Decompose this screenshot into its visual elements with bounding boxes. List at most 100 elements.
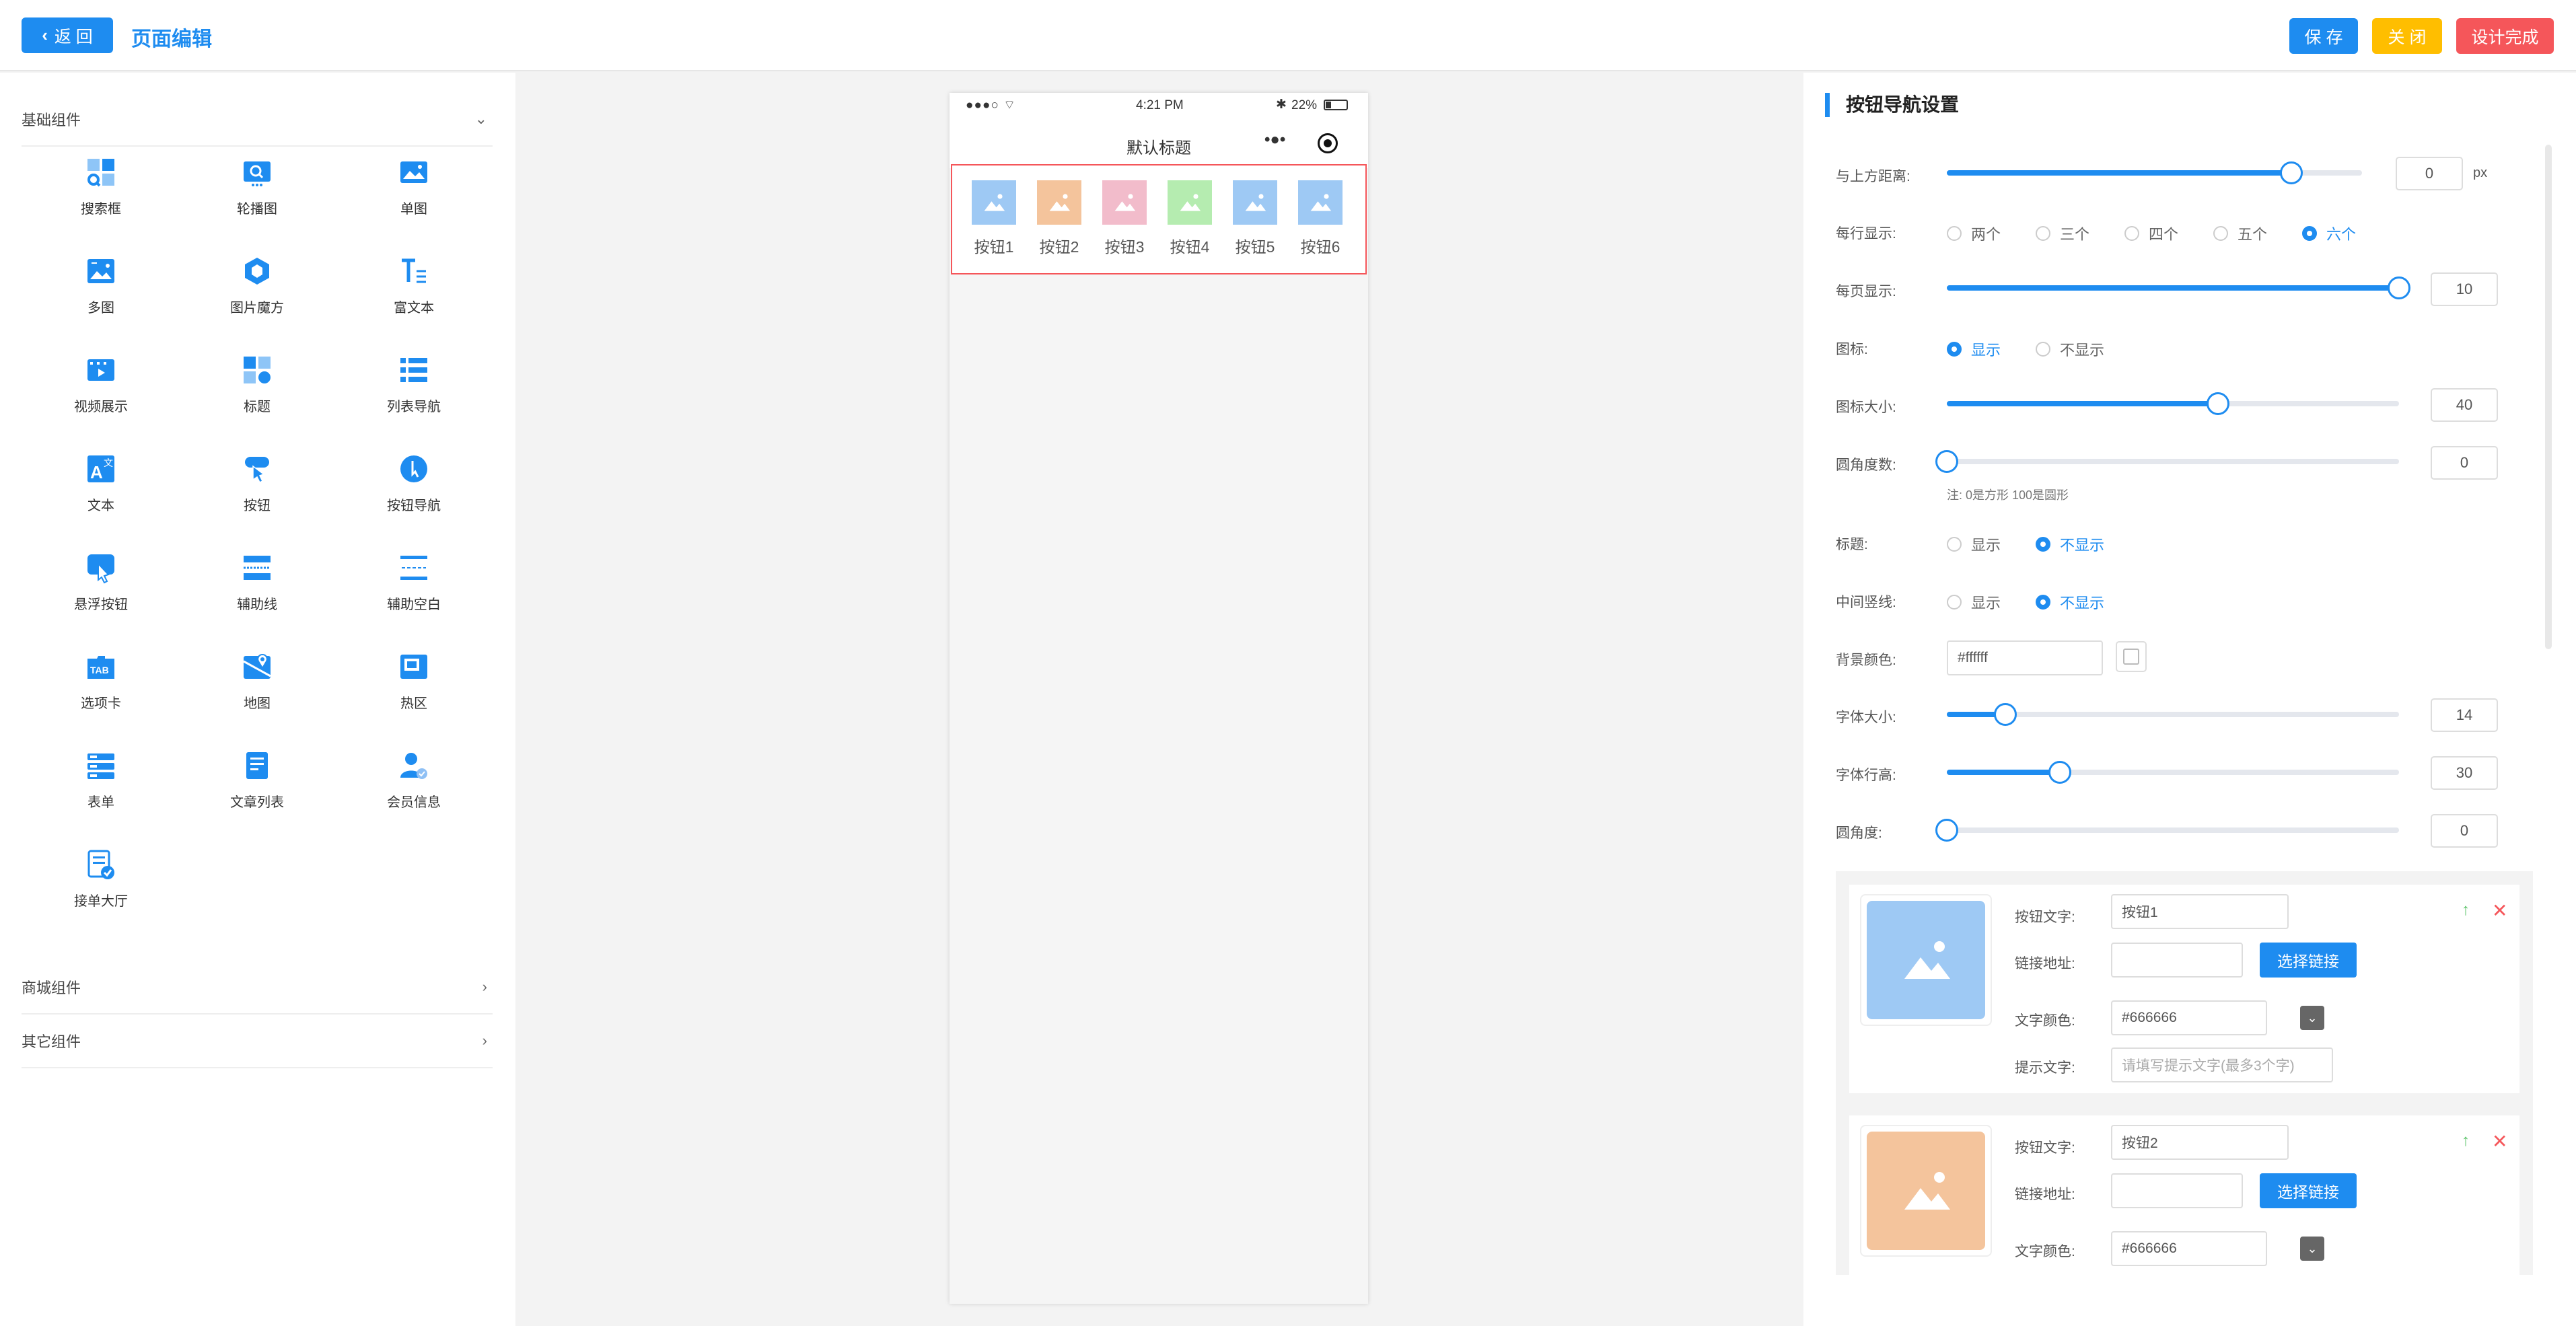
per-page-input[interactable]: 10 xyxy=(2431,272,2498,306)
icon-size-slider[interactable] xyxy=(1947,392,2399,415)
component-list-nav[interactable]: 列表导航 xyxy=(347,354,481,435)
component-multi-image[interactable]: 多图 xyxy=(34,255,168,336)
top-distance-label: 与上方距离: xyxy=(1836,169,1910,184)
component-blank-space[interactable]: 辅助空白 xyxy=(347,552,481,632)
title-show-option[interactable]: 不显示 xyxy=(2036,533,2104,555)
component-order-hall[interactable]: 接单大厅 xyxy=(34,848,168,929)
text-color-input[interactable]: #666666 xyxy=(2111,1231,2267,1266)
select-link-button[interactable]: 选择链接 xyxy=(2260,943,2357,978)
nav-button-item[interactable]: 按钮3 xyxy=(1098,180,1151,257)
component-map[interactable]: 地图 xyxy=(190,651,324,731)
save-button[interactable]: 保 存 xyxy=(2289,18,2358,54)
back-button[interactable]: ‹ 返 回 xyxy=(22,17,113,53)
line-height-input[interactable]: 30 xyxy=(2431,756,2498,790)
component-float-button[interactable]: 悬浮按钮 xyxy=(34,552,168,632)
image-placeholder-icon xyxy=(972,180,1016,225)
button-items-list: 按钮文字: 按钮1 ↑ ✕ 链接地址: 选择链接 文字颜色: #666666 ⌄… xyxy=(1836,871,2533,1275)
corner-slider[interactable] xyxy=(1935,450,2399,473)
per-row-option[interactable]: 三个 xyxy=(2036,223,2089,244)
per-page-slider[interactable] xyxy=(1947,277,2410,299)
nav-button-item[interactable]: 按钮4 xyxy=(1163,180,1217,257)
link-input[interactable] xyxy=(2111,1173,2243,1208)
button-image-upload[interactable] xyxy=(1860,894,1992,1026)
component-article-list[interactable]: 文章列表 xyxy=(190,749,324,830)
settings-scrollbar[interactable] xyxy=(2545,145,2552,649)
move-up-icon[interactable]: ↑ xyxy=(2462,1132,2470,1150)
line-height-slider-handle[interactable] xyxy=(2048,761,2071,784)
link-label: 链接地址: xyxy=(2015,956,2075,971)
component-search-box[interactable]: 搜索框 xyxy=(34,156,168,237)
button-image-upload[interactable] xyxy=(1860,1125,1992,1257)
component-rich-text[interactable]: 富文本 xyxy=(347,255,481,336)
icon-show-label: 图标: xyxy=(1836,342,1868,357)
per-row-option[interactable]: 四个 xyxy=(2124,223,2178,244)
component-form[interactable]: 表单 xyxy=(34,749,168,830)
title-show-option[interactable]: 显示 xyxy=(1947,533,2001,555)
component-button-nav[interactable]: 按钮导航 xyxy=(347,453,481,533)
per-page-slider-handle[interactable] xyxy=(2388,277,2410,299)
bg-color-picker[interactable] xyxy=(2116,641,2147,672)
color-picker-icon[interactable]: ⌄ xyxy=(2300,1006,2324,1030)
top-distance-slider-handle[interactable] xyxy=(2280,161,2303,184)
radius-slider[interactable] xyxy=(1935,819,2399,842)
bg-color-input[interactable]: #ffffff xyxy=(1947,640,2103,675)
component-text[interactable]: A 文文本 xyxy=(34,453,168,533)
more-icon[interactable]: •●• xyxy=(1264,131,1285,149)
map-icon xyxy=(241,651,273,683)
font-size-slider-handle[interactable] xyxy=(1994,703,2017,726)
component-button[interactable]: 按钮 xyxy=(190,453,324,533)
icon-show-option[interactable]: 不显示 xyxy=(2036,338,2104,360)
component-guide-line[interactable]: 辅助线 xyxy=(190,552,324,632)
component-hotspot[interactable]: 热区 xyxy=(347,651,481,731)
per-row-option[interactable]: 两个 xyxy=(1947,223,2001,244)
link-input[interactable] xyxy=(2111,943,2243,978)
tip-text-input[interactable]: 请填写提示文字(最多3个字) xyxy=(2111,1047,2333,1082)
capsule-close-icon[interactable] xyxy=(1318,133,1338,153)
button-nav-preview[interactable]: 按钮1 按钮2 按钮3 按钮4 按钮5 按钮6 xyxy=(951,164,1367,274)
section-basic-components[interactable]: 基础组件 ⌄ xyxy=(22,93,493,147)
text-color-input[interactable]: #666666 xyxy=(2111,1000,2267,1035)
radius-slider-handle[interactable] xyxy=(1935,819,1958,842)
nav-button-item[interactable]: 按钮5 xyxy=(1228,180,1282,257)
section-mall-components[interactable]: 商城组件 › xyxy=(22,961,493,1015)
component-single-image[interactable]: 单图 xyxy=(347,156,481,237)
icon-show-option[interactable]: 显示 xyxy=(1947,338,2001,360)
divider-option[interactable]: 不显示 xyxy=(2036,591,2104,613)
nav-button-item[interactable]: 按钮2 xyxy=(1032,180,1086,257)
nav-button-label: 按钮6 xyxy=(1300,238,1340,256)
button-text-input[interactable]: 按钮2 xyxy=(2111,1125,2289,1160)
line-height-slider[interactable] xyxy=(1947,761,2399,784)
guide-line-icon xyxy=(241,552,273,584)
component-carousel[interactable]: 轮播图 xyxy=(190,156,324,237)
corner-input[interactable]: 0 xyxy=(2431,446,2498,480)
radius-input[interactable]: 0 xyxy=(2431,814,2498,848)
per-row-option[interactable]: 六个 xyxy=(2302,223,2356,244)
section-other-components[interactable]: 其它组件 › xyxy=(22,1015,493,1068)
bg-color-label: 背景颜色: xyxy=(1836,653,1896,668)
unit-label: px xyxy=(2473,165,2488,180)
icon-size-slider-handle[interactable] xyxy=(2207,392,2229,415)
close-button[interactable]: 关 闭 xyxy=(2372,18,2442,54)
component-member[interactable]: 会员信息 xyxy=(347,749,481,830)
divider-option[interactable]: 显示 xyxy=(1947,591,2001,613)
component-video[interactable]: 视频展示 xyxy=(34,354,168,435)
delete-icon[interactable]: ✕ xyxy=(2492,899,2507,922)
font-size-input[interactable]: 14 xyxy=(2431,698,2498,732)
move-up-icon[interactable]: ↑ xyxy=(2462,901,2470,920)
design-done-button[interactable]: 设计完成 xyxy=(2456,18,2554,54)
nav-button-item[interactable]: 按钮6 xyxy=(1293,180,1347,257)
font-size-slider[interactable] xyxy=(1947,703,2399,726)
nav-button-item[interactable]: 按钮1 xyxy=(967,180,1021,257)
component-tab[interactable]: TAB 选项卡 xyxy=(34,651,168,731)
color-picker-icon[interactable]: ⌄ xyxy=(2300,1237,2324,1261)
per-row-option[interactable]: 五个 xyxy=(2213,223,2267,244)
button-text-input[interactable]: 按钮1 xyxy=(2111,894,2289,929)
top-distance-input[interactable]: 0 xyxy=(2396,157,2463,190)
component-image-cube[interactable]: 图片魔方 xyxy=(190,255,324,336)
top-distance-slider[interactable] xyxy=(1947,161,2362,184)
delete-icon[interactable]: ✕ xyxy=(2492,1130,2507,1152)
select-link-button[interactable]: 选择链接 xyxy=(2260,1173,2357,1208)
corner-slider-handle[interactable] xyxy=(1935,450,1958,473)
component-title[interactable]: 标题 xyxy=(190,354,324,435)
icon-size-input[interactable]: 40 xyxy=(2431,388,2498,422)
